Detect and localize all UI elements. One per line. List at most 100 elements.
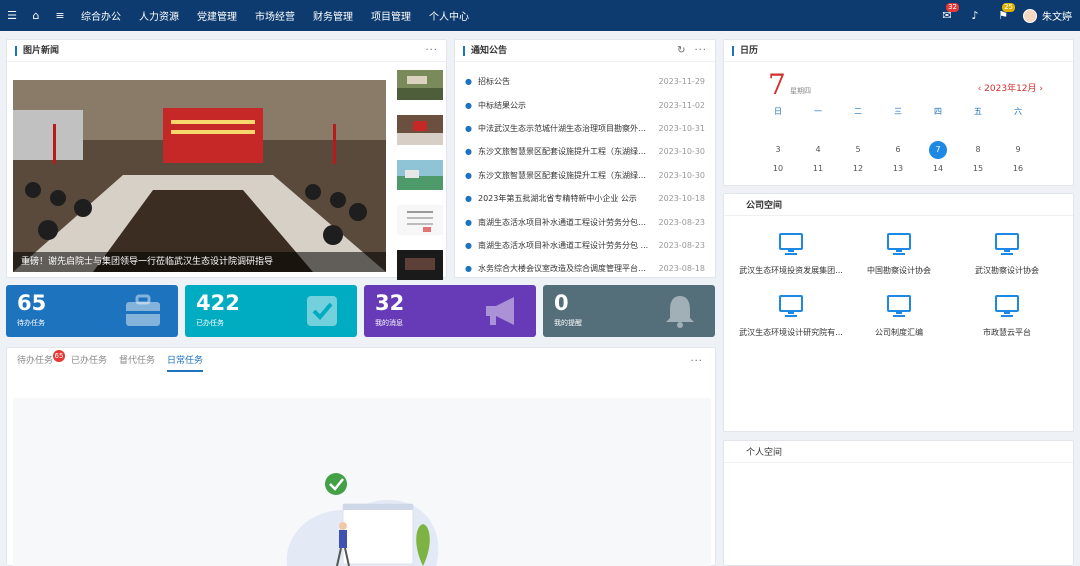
bell-icon[interactable]: ♪ bbox=[961, 9, 989, 22]
bell-icon bbox=[666, 296, 694, 328]
more-icon[interactable]: ··· bbox=[690, 356, 703, 367]
notice-date: 2023-08-18 bbox=[658, 264, 706, 274]
space-link-china-assoc[interactable]: 中国勘察设计协会 bbox=[844, 232, 954, 276]
nav-item-hr[interactable]: 人力资源 bbox=[130, 8, 188, 23]
tab-done[interactable]: 已办任务 bbox=[71, 352, 107, 372]
notice-date: 2023-11-29 bbox=[658, 77, 706, 87]
calendar-date[interactable]: 6 bbox=[878, 145, 918, 154]
calendar-date[interactable]: 10 bbox=[758, 164, 798, 173]
message-icon[interactable]: ✉ 32 bbox=[933, 3, 961, 22]
space-link-group[interactable]: 武汉生态环境投资发展集团... bbox=[736, 232, 846, 276]
calendar-date[interactable]: 16 bbox=[998, 164, 1038, 173]
space-link-regulations[interactable]: 公司制度汇编 bbox=[844, 294, 954, 338]
news-thumbnail[interactable] bbox=[397, 250, 443, 280]
flag-icon[interactable]: ⚑ 25 bbox=[989, 3, 1017, 22]
list-item[interactable]: ● 东沙文旅智慧景区配套设施提升工程（东湖绿道... 2023-10-30 bbox=[465, 164, 705, 187]
calendar-date[interactable]: 8 bbox=[958, 145, 998, 154]
news-thumbnail[interactable] bbox=[397, 205, 443, 235]
calendar-month-switcher[interactable]: ‹ 2023年12月 › bbox=[978, 81, 1043, 94]
nav-item-party[interactable]: 党建管理 bbox=[188, 8, 246, 23]
weekday-label: 三 bbox=[894, 107, 902, 116]
news-caption[interactable]: 重磅！谢先启院士与集团领导一行莅临武汉生态设计院调研指导 bbox=[13, 252, 386, 272]
notice-title: 中标结果公示 bbox=[477, 100, 526, 110]
speech-bubble-icon: ● bbox=[465, 217, 472, 227]
space-link-institute[interactable]: 武汉生态环境设计研究院有... bbox=[736, 294, 846, 338]
space-link-label: 武汉勘察设计协会 bbox=[975, 266, 1039, 275]
avatar[interactable] bbox=[1023, 8, 1037, 23]
more-icon[interactable]: ··· bbox=[425, 45, 438, 56]
tab-delegated[interactable]: 督代任务 bbox=[119, 352, 155, 372]
notice-date: 2023-10-31 bbox=[658, 123, 706, 133]
monitor-icon bbox=[779, 295, 803, 317]
stat-card-messages[interactable]: 32 我的消息 bbox=[364, 285, 536, 337]
personal-space-title: 个人空间 bbox=[746, 448, 783, 458]
space-link-label: 市政慧云平台 bbox=[983, 328, 1031, 337]
refresh-icon[interactable]: ↻ bbox=[677, 45, 686, 56]
message-badge: 32 bbox=[946, 3, 959, 12]
calendar-date[interactable]: 14 bbox=[918, 164, 958, 173]
news-main-image[interactable]: 重磅！谢先启院士与集团领导一行莅临武汉生态设计院调研指导 bbox=[13, 80, 386, 272]
calendar-date[interactable]: 4 bbox=[798, 145, 838, 154]
notice-title: 南湖生态活水项目补水通道工程设计劳务分包 ... bbox=[477, 240, 649, 250]
notices-panel: 通知公告 ↻ ··· ● 招标公告 2023-11-29 ● 中标结果公示 2023-1… bbox=[454, 39, 716, 278]
news-thumbnail[interactable] bbox=[397, 115, 443, 145]
list-item[interactable]: ● 中法武汉生态示范城什湖生态治理项目勘察外业... 2023-10-31 bbox=[465, 117, 705, 140]
nav-item-finance[interactable]: 财务管理 bbox=[304, 8, 362, 23]
stat-card-done[interactable]: 422 已办任务 bbox=[185, 285, 357, 337]
notice-date: 2023-10-30 bbox=[658, 147, 706, 157]
monitor-icon bbox=[995, 233, 1019, 255]
news-thumbnail[interactable] bbox=[397, 160, 443, 190]
monitor-icon bbox=[887, 233, 911, 255]
space-link-wuhan-assoc[interactable]: 武汉勘察设计协会 bbox=[952, 232, 1062, 276]
monitor-icon bbox=[995, 295, 1019, 317]
list-item[interactable]: ● 南湖生态活水项目补水通道工程设计劳务分包 ... 2023-08-23 bbox=[465, 234, 705, 257]
calendar-date-selected[interactable]: 7 bbox=[918, 140, 958, 159]
space-link-label: 武汉生态环境投资发展集团... bbox=[739, 266, 843, 275]
empty-state-illustration bbox=[286, 473, 439, 566]
notice-date: 2023-10-18 bbox=[658, 194, 706, 204]
space-link-label: 公司制度汇编 bbox=[875, 328, 923, 337]
nav-item-personal[interactable]: 个人中心 bbox=[420, 8, 478, 23]
picture-news-title: 图片新闻 bbox=[15, 45, 59, 56]
calendar-date[interactable]: 13 bbox=[878, 164, 918, 173]
space-link-cloud[interactable]: 市政慧云平台 bbox=[952, 294, 1062, 338]
list-icon[interactable]: ≡ bbox=[48, 9, 72, 22]
nav-item-market[interactable]: 市场经营 bbox=[246, 8, 304, 23]
calendar-date[interactable]: 15 bbox=[958, 164, 998, 173]
stat-card-todo[interactable]: 65 待办任务 bbox=[6, 285, 178, 337]
notice-date: 2023-11-02 bbox=[658, 100, 706, 110]
list-item[interactable]: ● 2023年第五批湖北省专精特新中小企业 公示 2023-10-18 bbox=[465, 187, 705, 210]
calendar-date[interactable]: 3 bbox=[758, 145, 798, 154]
briefcase-icon bbox=[126, 294, 160, 326]
menu-icon[interactable]: ☰ bbox=[0, 9, 24, 22]
weekday-label: 日 bbox=[774, 107, 782, 116]
tasks-panel: 待办任务 65 已办任务 督代任务 日常任务 ··· bbox=[6, 347, 716, 566]
more-icon[interactable]: ··· bbox=[694, 45, 707, 56]
calendar-date[interactable]: 5 bbox=[838, 145, 878, 154]
megaphone-icon bbox=[486, 297, 514, 325]
stat-value: 65 bbox=[17, 291, 47, 315]
meeting-photo bbox=[13, 80, 386, 272]
tab-todo[interactable]: 待办任务 65 bbox=[17, 350, 66, 372]
stat-card-reminders[interactable]: 0 我的提醒 bbox=[543, 285, 715, 337]
speech-bubble-icon: ● bbox=[465, 100, 472, 110]
calendar-date[interactable]: 12 bbox=[838, 164, 878, 173]
list-item[interactable]: ● 东沙文旅智慧景区配套设施提升工程（东湖绿道... 2023-10-30 bbox=[465, 140, 705, 163]
notice-title: 东沙文旅智慧景区配套设施提升工程（东湖绿道... bbox=[477, 147, 653, 157]
calendar-date[interactable]: 11 bbox=[798, 164, 838, 173]
nav-item-project[interactable]: 项目管理 bbox=[362, 8, 420, 23]
list-item[interactable]: ● 水务综合大楼会议室改造及综合调度管理平台建... 2023-08-18 bbox=[465, 257, 705, 280]
nav-item-office[interactable]: 综合办公 bbox=[72, 8, 130, 23]
list-item[interactable]: ● 招标公告 2023-11-29 bbox=[465, 70, 705, 93]
user-name[interactable]: 朱文婷 bbox=[1042, 8, 1080, 23]
tab-daily[interactable]: 日常任务 bbox=[167, 352, 204, 372]
picture-news-header: 图片新闻 ··· bbox=[7, 40, 446, 62]
selected-date[interactable]: 7 bbox=[929, 140, 947, 159]
list-item[interactable]: ● 南湖生态活水项目补水通道工程设计劳务分包服... 2023-08-23 bbox=[465, 210, 705, 233]
weekday-label: 一 bbox=[814, 107, 822, 116]
speech-bubble-icon: ● bbox=[465, 123, 472, 133]
list-item[interactable]: ● 中标结果公示 2023-11-02 bbox=[465, 93, 705, 116]
home-icon[interactable]: ⌂ bbox=[24, 9, 48, 22]
news-thumbnail[interactable] bbox=[397, 70, 443, 100]
calendar-date[interactable]: 9 bbox=[998, 145, 1038, 154]
